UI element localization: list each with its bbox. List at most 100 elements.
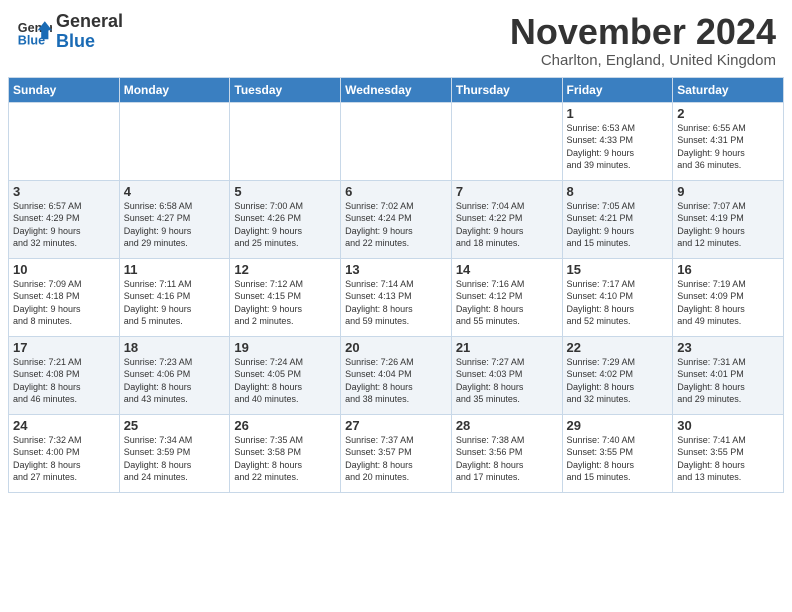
calendar-cell: 10Sunrise: 7:09 AM Sunset: 4:18 PM Dayli…: [9, 258, 120, 336]
day-number: 10: [13, 262, 115, 277]
day-info: Sunrise: 7:11 AM Sunset: 4:16 PM Dayligh…: [124, 278, 226, 328]
day-info: Sunrise: 7:04 AM Sunset: 4:22 PM Dayligh…: [456, 200, 558, 250]
day-info: Sunrise: 6:58 AM Sunset: 4:27 PM Dayligh…: [124, 200, 226, 250]
calendar-cell: 20Sunrise: 7:26 AM Sunset: 4:04 PM Dayli…: [341, 336, 452, 414]
day-info: Sunrise: 7:17 AM Sunset: 4:10 PM Dayligh…: [567, 278, 669, 328]
col-monday: Monday: [119, 77, 230, 102]
calendar-cell: 23Sunrise: 7:31 AM Sunset: 4:01 PM Dayli…: [673, 336, 784, 414]
day-info: Sunrise: 7:38 AM Sunset: 3:56 PM Dayligh…: [456, 434, 558, 484]
day-info: Sunrise: 7:41 AM Sunset: 3:55 PM Dayligh…: [677, 434, 779, 484]
calendar-cell: [341, 102, 452, 180]
day-info: Sunrise: 7:16 AM Sunset: 4:12 PM Dayligh…: [456, 278, 558, 328]
title-area: November 2024 Charlton, England, United …: [510, 12, 776, 69]
svg-text:Blue: Blue: [18, 33, 45, 47]
calendar-cell: 21Sunrise: 7:27 AM Sunset: 4:03 PM Dayli…: [451, 336, 562, 414]
col-friday: Friday: [562, 77, 673, 102]
col-saturday: Saturday: [673, 77, 784, 102]
day-info: Sunrise: 7:21 AM Sunset: 4:08 PM Dayligh…: [13, 356, 115, 406]
day-number: 13: [345, 262, 447, 277]
day-number: 21: [456, 340, 558, 355]
day-info: Sunrise: 6:55 AM Sunset: 4:31 PM Dayligh…: [677, 122, 779, 172]
day-number: 27: [345, 418, 447, 433]
calendar-cell: 16Sunrise: 7:19 AM Sunset: 4:09 PM Dayli…: [673, 258, 784, 336]
week-row-1: 3Sunrise: 6:57 AM Sunset: 4:29 PM Daylig…: [9, 180, 784, 258]
day-number: 4: [124, 184, 226, 199]
calendar-cell: 27Sunrise: 7:37 AM Sunset: 3:57 PM Dayli…: [341, 414, 452, 492]
day-number: 26: [234, 418, 336, 433]
day-info: Sunrise: 7:19 AM Sunset: 4:09 PM Dayligh…: [677, 278, 779, 328]
day-number: 23: [677, 340, 779, 355]
calendar-cell: 22Sunrise: 7:29 AM Sunset: 4:02 PM Dayli…: [562, 336, 673, 414]
calendar-cell: 4Sunrise: 6:58 AM Sunset: 4:27 PM Daylig…: [119, 180, 230, 258]
calendar-cell: 13Sunrise: 7:14 AM Sunset: 4:13 PM Dayli…: [341, 258, 452, 336]
logo-general: General: [56, 12, 123, 32]
calendar-cell: 18Sunrise: 7:23 AM Sunset: 4:06 PM Dayli…: [119, 336, 230, 414]
day-info: Sunrise: 6:57 AM Sunset: 4:29 PM Dayligh…: [13, 200, 115, 250]
calendar-cell: 30Sunrise: 7:41 AM Sunset: 3:55 PM Dayli…: [673, 414, 784, 492]
calendar-cell: 15Sunrise: 7:17 AM Sunset: 4:10 PM Dayli…: [562, 258, 673, 336]
day-info: Sunrise: 7:14 AM Sunset: 4:13 PM Dayligh…: [345, 278, 447, 328]
day-info: Sunrise: 7:34 AM Sunset: 3:59 PM Dayligh…: [124, 434, 226, 484]
day-number: 20: [345, 340, 447, 355]
calendar-cell: 1Sunrise: 6:53 AM Sunset: 4:33 PM Daylig…: [562, 102, 673, 180]
location-title: Charlton, England, United Kingdom: [510, 52, 776, 69]
calendar-cell: 8Sunrise: 7:05 AM Sunset: 4:21 PM Daylig…: [562, 180, 673, 258]
calendar-cell: 5Sunrise: 7:00 AM Sunset: 4:26 PM Daylig…: [230, 180, 341, 258]
month-title: November 2024: [510, 12, 776, 52]
day-info: Sunrise: 7:24 AM Sunset: 4:05 PM Dayligh…: [234, 356, 336, 406]
calendar-cell: 17Sunrise: 7:21 AM Sunset: 4:08 PM Dayli…: [9, 336, 120, 414]
day-info: Sunrise: 7:07 AM Sunset: 4:19 PM Dayligh…: [677, 200, 779, 250]
calendar-cell: 26Sunrise: 7:35 AM Sunset: 3:58 PM Dayli…: [230, 414, 341, 492]
day-info: Sunrise: 7:02 AM Sunset: 4:24 PM Dayligh…: [345, 200, 447, 250]
day-number: 8: [567, 184, 669, 199]
logo-icon: General Blue: [16, 14, 52, 50]
day-info: Sunrise: 6:53 AM Sunset: 4:33 PM Dayligh…: [567, 122, 669, 172]
calendar-cell: 9Sunrise: 7:07 AM Sunset: 4:19 PM Daylig…: [673, 180, 784, 258]
day-info: Sunrise: 7:37 AM Sunset: 3:57 PM Dayligh…: [345, 434, 447, 484]
calendar-cell: [230, 102, 341, 180]
calendar-cell: [451, 102, 562, 180]
calendar-cell: [119, 102, 230, 180]
calendar-cell: 28Sunrise: 7:38 AM Sunset: 3:56 PM Dayli…: [451, 414, 562, 492]
day-number: 17: [13, 340, 115, 355]
header-row: Sunday Monday Tuesday Wednesday Thursday…: [9, 77, 784, 102]
day-info: Sunrise: 7:40 AM Sunset: 3:55 PM Dayligh…: [567, 434, 669, 484]
week-row-4: 24Sunrise: 7:32 AM Sunset: 4:00 PM Dayli…: [9, 414, 784, 492]
day-info: Sunrise: 7:23 AM Sunset: 4:06 PM Dayligh…: [124, 356, 226, 406]
calendar-cell: 3Sunrise: 6:57 AM Sunset: 4:29 PM Daylig…: [9, 180, 120, 258]
col-sunday: Sunday: [9, 77, 120, 102]
calendar-cell: 25Sunrise: 7:34 AM Sunset: 3:59 PM Dayli…: [119, 414, 230, 492]
day-number: 28: [456, 418, 558, 433]
day-info: Sunrise: 7:31 AM Sunset: 4:01 PM Dayligh…: [677, 356, 779, 406]
day-number: 12: [234, 262, 336, 277]
day-number: 15: [567, 262, 669, 277]
calendar-cell: 14Sunrise: 7:16 AM Sunset: 4:12 PM Dayli…: [451, 258, 562, 336]
day-info: Sunrise: 7:00 AM Sunset: 4:26 PM Dayligh…: [234, 200, 336, 250]
logo-blue: Blue: [56, 32, 123, 52]
day-number: 6: [345, 184, 447, 199]
col-wednesday: Wednesday: [341, 77, 452, 102]
day-info: Sunrise: 7:27 AM Sunset: 4:03 PM Dayligh…: [456, 356, 558, 406]
calendar-cell: 19Sunrise: 7:24 AM Sunset: 4:05 PM Dayli…: [230, 336, 341, 414]
calendar-cell: 11Sunrise: 7:11 AM Sunset: 4:16 PM Dayli…: [119, 258, 230, 336]
calendar-cell: 6Sunrise: 7:02 AM Sunset: 4:24 PM Daylig…: [341, 180, 452, 258]
calendar-cell: [9, 102, 120, 180]
day-number: 22: [567, 340, 669, 355]
day-number: 25: [124, 418, 226, 433]
day-number: 30: [677, 418, 779, 433]
day-number: 18: [124, 340, 226, 355]
calendar-table: Sunday Monday Tuesday Wednesday Thursday…: [8, 77, 784, 493]
week-row-2: 10Sunrise: 7:09 AM Sunset: 4:18 PM Dayli…: [9, 258, 784, 336]
week-row-0: 1Sunrise: 6:53 AM Sunset: 4:33 PM Daylig…: [9, 102, 784, 180]
day-number: 3: [13, 184, 115, 199]
col-thursday: Thursday: [451, 77, 562, 102]
day-info: Sunrise: 7:12 AM Sunset: 4:15 PM Dayligh…: [234, 278, 336, 328]
calendar-cell: 2Sunrise: 6:55 AM Sunset: 4:31 PM Daylig…: [673, 102, 784, 180]
day-info: Sunrise: 7:32 AM Sunset: 4:00 PM Dayligh…: [13, 434, 115, 484]
day-number: 5: [234, 184, 336, 199]
col-tuesday: Tuesday: [230, 77, 341, 102]
day-number: 9: [677, 184, 779, 199]
day-number: 14: [456, 262, 558, 277]
day-info: Sunrise: 7:29 AM Sunset: 4:02 PM Dayligh…: [567, 356, 669, 406]
day-number: 24: [13, 418, 115, 433]
